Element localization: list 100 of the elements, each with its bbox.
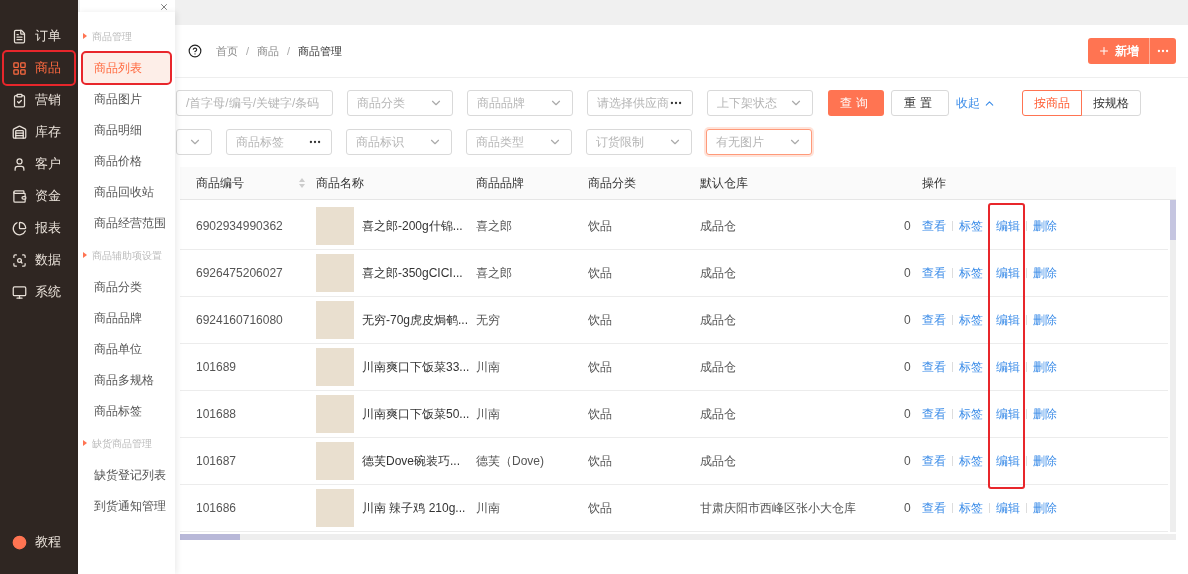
more-button[interactable] <box>1150 38 1176 64</box>
sidebar-item[interactable]: 数据 <box>4 244 74 276</box>
column-header: 商品品牌 <box>476 176 524 190</box>
photo-placeholder <box>316 442 354 480</box>
breadcrumb-link[interactable]: 商品 <box>257 42 280 60</box>
picker-field[interactable]: 商品标签 <box>226 129 332 155</box>
column-header: 商品分类 <box>588 176 636 190</box>
action-link[interactable]: 删除 <box>1033 405 1057 423</box>
table-cell: 0 <box>904 360 911 374</box>
action-link[interactable]: 编辑 <box>996 217 1020 235</box>
select-field[interactable]: 商品类型 <box>466 129 572 155</box>
view-toggle-tab[interactable]: 按商品 <box>1022 90 1082 116</box>
action-link[interactable]: 标签 <box>959 499 983 517</box>
action-link[interactable]: 标签 <box>959 217 983 235</box>
action-link[interactable]: 删除 <box>1033 499 1057 517</box>
reset-button[interactable]: 重置 <box>891 90 949 116</box>
pie-chart-icon <box>12 220 27 236</box>
select-field[interactable]: 商品品牌 <box>467 90 573 116</box>
breadcrumb-separator: / <box>287 43 291 59</box>
table-cell: 101689 <box>196 360 237 374</box>
breadcrumb-link[interactable]: 商品管理 <box>298 42 343 60</box>
submenu-item[interactable]: 商品回收站 <box>83 177 170 207</box>
action-link[interactable]: 查看 <box>922 452 946 470</box>
submenu-item[interactable]: 商品价格 <box>83 146 170 176</box>
column-header: 操作 <box>922 176 946 190</box>
query-button[interactable]: 查询 <box>828 90 884 116</box>
photo-placeholder <box>316 489 354 527</box>
action-link[interactable]: 删除 <box>1033 358 1057 376</box>
action-link[interactable]: 删除 <box>1033 311 1057 329</box>
photo-placeholder <box>316 395 354 433</box>
search-field[interactable]: /首字母/编号/关键字/条码 <box>176 90 333 116</box>
action-link[interactable]: 删除 <box>1033 217 1057 235</box>
action-link[interactable]: 编辑 <box>996 452 1020 470</box>
action-link[interactable]: 标签 <box>959 358 983 376</box>
action-link[interactable]: 编辑 <box>996 264 1020 282</box>
table-cell: 成品仓 <box>700 219 736 233</box>
monitor-icon <box>12 284 27 300</box>
table-cell: 101686 <box>196 501 237 515</box>
submenu-item[interactable]: 商品品牌 <box>83 303 170 333</box>
view-toggle-tab[interactable]: 按规格 <box>1081 90 1141 116</box>
table-cell: 无穷 <box>476 313 500 327</box>
sidebar-item[interactable]: 库存 <box>4 116 74 148</box>
table-cell: 0 <box>904 313 911 327</box>
column-header: 默认仓库 <box>700 176 748 190</box>
sidebar-item[interactable]: 报表 <box>4 212 74 244</box>
action-link[interactable]: 编辑 <box>996 311 1020 329</box>
collapse-link[interactable]: 收起 <box>956 94 996 112</box>
submenu-item[interactable]: 缺货登记列表 <box>83 460 170 490</box>
action-link[interactable]: 标签 <box>959 405 983 423</box>
table-cell: 成品仓 <box>700 454 736 468</box>
table-cell: 6902934990362 <box>196 219 283 233</box>
action-link[interactable]: 编辑 <box>996 358 1020 376</box>
submenu-item[interactable]: 商品图片 <box>83 84 170 114</box>
breadcrumb-link[interactable]: 首页 <box>216 42 238 60</box>
action-link[interactable]: 查看 <box>922 499 946 517</box>
table-cell: 101688 <box>196 407 237 421</box>
submenu-item[interactable]: 商品分类 <box>83 272 170 302</box>
document-icon <box>12 28 27 44</box>
sidebar-item[interactable]: 客户 <box>4 148 74 180</box>
help-icon <box>188 44 202 58</box>
action-link[interactable]: 查看 <box>922 311 946 329</box>
submenu-item[interactable]: 商品单位 <box>83 334 170 364</box>
action-link[interactable]: 标签 <box>959 264 983 282</box>
sidebar-item[interactable]: 订单 <box>4 20 74 52</box>
action-link[interactable]: 查看 <box>922 358 946 376</box>
sidebar-item[interactable]: 营销 <box>4 84 74 116</box>
action-link[interactable]: 查看 <box>922 217 946 235</box>
select-field[interactable]: 有无图片 <box>706 129 812 155</box>
page-tab[interactable] <box>80 0 175 12</box>
table-cell-text: 川南爽口下饭菜33... <box>362 359 470 376</box>
select-field[interactable]: 订货限制 <box>586 129 692 155</box>
picker-field[interactable]: 请选择供应商 <box>587 90 693 116</box>
table-cell: 101687 <box>196 454 237 468</box>
action-link[interactable]: 编辑 <box>996 405 1020 423</box>
sidebar-item[interactable]: 系统 <box>4 276 74 308</box>
grid-icon <box>12 60 27 76</box>
table-cell: 饮品 <box>588 454 612 468</box>
select-field[interactable] <box>176 129 212 155</box>
select-field[interactable]: 商品分类 <box>347 90 453 116</box>
caret-icon <box>83 33 87 39</box>
sidebar-item[interactable]: 资金 <box>4 180 74 212</box>
action-link[interactable]: 删除 <box>1033 264 1057 282</box>
submenu-item[interactable]: 到货通知管理 <box>83 491 170 521</box>
sidebar-item[interactable]: 教程 <box>4 526 74 558</box>
select-field[interactable]: 商品标识 <box>346 129 452 155</box>
sidebar-item[interactable]: 商品 <box>4 52 74 84</box>
new-button[interactable]: 新增 <box>1088 38 1150 64</box>
submenu-item[interactable]: 商品列表 <box>83 53 170 83</box>
action-link[interactable]: 标签 <box>959 311 983 329</box>
table-cell: 饮品 <box>588 266 612 280</box>
submenu-item[interactable]: 商品多规格 <box>83 365 170 395</box>
action-link[interactable]: 删除 <box>1033 452 1057 470</box>
action-link[interactable]: 标签 <box>959 452 983 470</box>
action-link[interactable]: 编辑 <box>996 499 1020 517</box>
submenu-item[interactable]: 商品明细 <box>83 115 170 145</box>
photo-placeholder <box>316 254 354 292</box>
action-link[interactable]: 查看 <box>922 405 946 423</box>
submenu-item[interactable]: 商品标签 <box>83 396 170 426</box>
submenu-item[interactable]: 商品经营范围 <box>83 208 170 238</box>
action-link[interactable]: 查看 <box>922 264 946 282</box>
